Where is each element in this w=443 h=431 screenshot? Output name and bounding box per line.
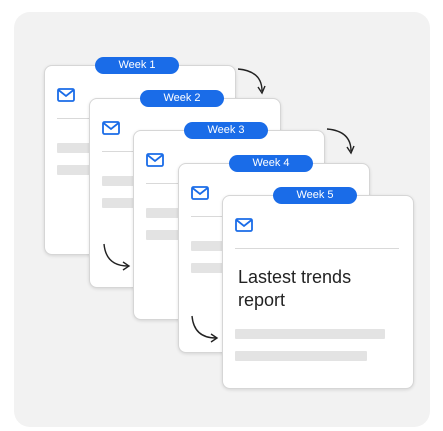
week-badge: Week 5: [273, 187, 357, 204]
week-badge: Week 1: [95, 57, 179, 74]
curved-arrow-icon: [326, 128, 355, 155]
week-badge: Week 4: [229, 155, 313, 172]
email-card-week-5: Week 5 Lastest trends report: [222, 187, 414, 389]
curved-arrow-icon: [103, 243, 131, 271]
report-title: Lastest trends report: [238, 267, 352, 310]
mail-icon: [235, 218, 253, 232]
curved-arrow-icon: [237, 68, 266, 95]
week-badge: Week 2: [140, 90, 224, 107]
mail-icon: [57, 88, 75, 102]
diagram-canvas: Week 1 Week 2 Week 3 Week 4 Week 5 Laste…: [14, 12, 430, 427]
placeholder-line: [235, 329, 385, 339]
mail-icon: [102, 121, 120, 135]
week-badge: Week 3: [184, 122, 268, 139]
mail-icon: [191, 186, 209, 200]
card-divider: [235, 248, 399, 249]
placeholder-line: [235, 351, 367, 361]
mail-icon: [146, 153, 164, 167]
curved-arrow-icon: [191, 315, 219, 343]
